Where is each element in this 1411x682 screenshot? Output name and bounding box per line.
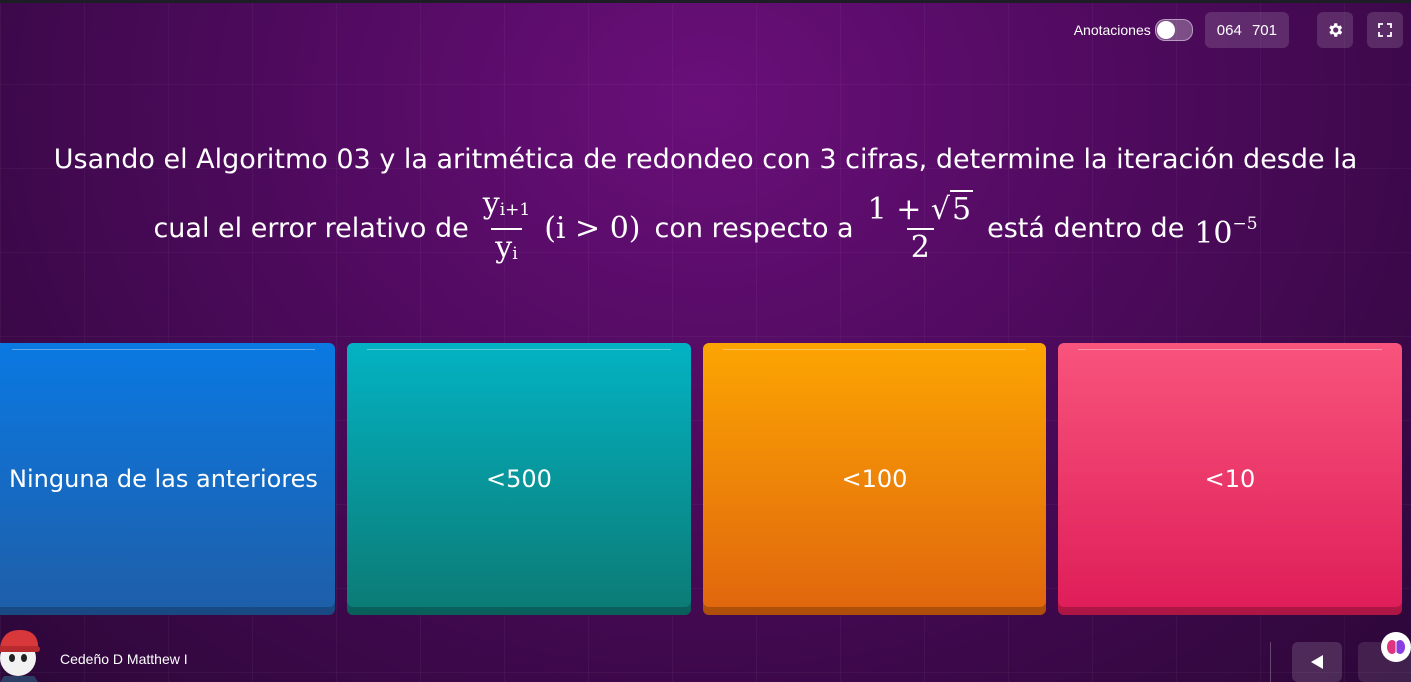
answer-option-1[interactable]: Ninguna de las anteriores (0, 343, 335, 615)
denominator-symbol: y (495, 230, 513, 265)
gear-icon (1329, 23, 1343, 37)
golden-numerator: 1 + √5 (867, 190, 974, 227)
ratio-numerator: yi+1 (479, 186, 534, 228)
toggle-knob (1156, 21, 1175, 39)
answer-option-3[interactable]: <100 (703, 343, 1046, 615)
question-part-b: con respecto a (654, 213, 854, 244)
question-part-c: está dentro de (987, 213, 1185, 244)
footer-divider (1270, 642, 1271, 682)
assistant-button[interactable] (1381, 632, 1411, 662)
answer-option-2[interactable]: <500 (347, 343, 691, 615)
tolerance-power: 10−5 (1194, 202, 1257, 256)
question-text: Usando el Algoritmo 03 y la aritmética d… (0, 138, 1411, 272)
question-part-a: cual el error relativo de (153, 213, 469, 244)
golden-ratio-fraction: 1 + √5 2 (864, 190, 978, 266)
top-bar: Anotaciones 064 701 (1074, 12, 1403, 48)
index-condition: (i > 0) (544, 211, 641, 246)
sqrt-radicand: 5 (950, 190, 974, 227)
golden-denominator: 2 (906, 228, 934, 266)
fullscreen-icon (1378, 23, 1392, 37)
previous-button[interactable] (1292, 642, 1342, 682)
top-border (0, 0, 1411, 3)
answer-label: Ninguna de las anteriores (9, 465, 318, 493)
annotations-toggle[interactable] (1154, 19, 1193, 41)
question-line-1: Usando el Algoritmo 03 y la aritmética d… (53, 144, 1358, 175)
brain-icon (1387, 640, 1405, 654)
golden-numerator-one: 1 + (867, 192, 931, 227)
player-name: Cedeño D Matthew I (60, 651, 188, 667)
power-base: 10 (1194, 216, 1233, 251)
game-code: 064 701 (1204, 12, 1289, 48)
ratio-denominator: yi (491, 228, 522, 272)
answer-option-4[interactable]: <10 (1058, 343, 1402, 615)
fullscreen-button[interactable] (1367, 12, 1403, 48)
power-exponent: −5 (1232, 214, 1258, 234)
numerator-subscript: i+1 (499, 200, 531, 220)
avatar (0, 630, 40, 682)
answer-label: <100 (841, 465, 908, 493)
denominator-subscript: i (512, 244, 518, 264)
ratio-fraction: yi+1 yi (479, 186, 534, 272)
numerator-symbol: y (482, 186, 500, 221)
settings-button[interactable] (1317, 12, 1353, 48)
answer-label: <10 (1204, 465, 1256, 493)
annotations-label: Anotaciones (1073, 22, 1151, 38)
question-line-2: cual el error relativo de yi+1 yi (i > 0… (0, 186, 1411, 272)
answer-label: <500 (486, 465, 552, 493)
triangle-left-icon (1311, 655, 1323, 669)
